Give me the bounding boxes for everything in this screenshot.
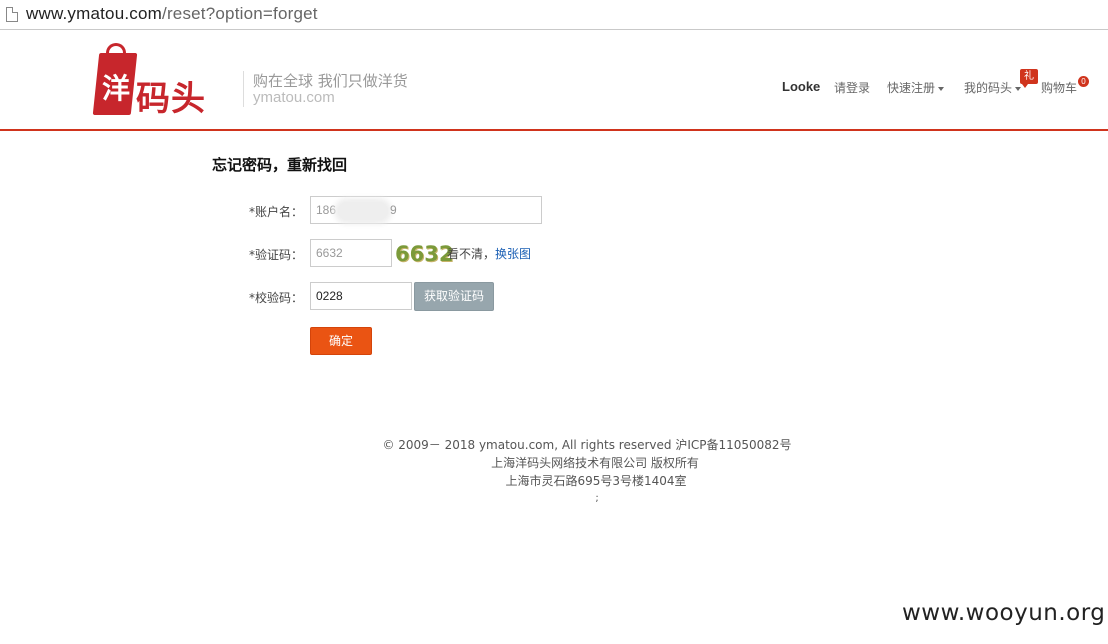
ymatou-logo[interactable]: 洋 码头 (92, 43, 236, 119)
footer-copyright: © 2009－ 2018 ymatou.com, All rights rese… (382, 438, 792, 452)
cart-count-badge: 0 (1078, 76, 1089, 87)
nav-register-label: 快速注册 (887, 81, 936, 95)
get-verification-code-button[interactable]: 获取验证码 (414, 282, 494, 311)
address-url[interactable]: www.ymatou.com/reset?option=forget (26, 4, 318, 24)
account-label: *账户名： (249, 205, 304, 219)
page-icon (6, 7, 18, 22)
footer-address: 上海市灵石路695号3号楼1404室 (505, 474, 687, 488)
address-bar[interactable]: www.ymatou.com/reset?option=forget (0, 0, 1108, 30)
captcha-label: *验证码： (249, 248, 304, 262)
nav-mine-label: 我的码头 (964, 81, 1013, 95)
slogan: 购在全球 我们只做洋货 (253, 72, 408, 90)
logo-bag-char: 洋 (102, 72, 131, 105)
captcha-input[interactable]: 6632 (310, 239, 392, 267)
chevron-down-icon (938, 86, 945, 91)
account-suffix: 9 (390, 203, 397, 217)
captcha-unclear-text: 看不清， (447, 247, 496, 261)
site-header: 洋 码头 购在全球 我们只做洋货 ymatou.com Looke 请登录 快速… (0, 31, 1108, 131)
nav-username[interactable]: Looke (782, 79, 820, 94)
nav-login-link[interactable]: 请登录 (834, 79, 870, 96)
verify-label: *校验码： (249, 291, 304, 305)
confirm-button[interactable]: 确定 (310, 327, 372, 355)
page-title: 忘记密码，重新找回 (212, 156, 348, 174)
footer-company: 上海洋码头网络技术有限公司 版权所有 (491, 456, 699, 470)
captcha-image[interactable]: 6632 (395, 241, 453, 267)
logo-text: 码头 (136, 79, 206, 119)
account-prefix: 186 (316, 203, 337, 217)
chevron-down-icon (1015, 86, 1022, 91)
verify-code-input[interactable]: 0228 (310, 282, 412, 310)
nav-cart-link[interactable]: 购物车 (1041, 79, 1077, 96)
gift-badge[interactable]: 礼 (1020, 69, 1038, 88)
watermark: www.wooyun.org (902, 600, 1106, 626)
url-host: www.ymatou.com (26, 4, 163, 23)
domain-text: ymatou.com (253, 89, 335, 106)
nav-register-menu[interactable]: 快速注册 (887, 79, 945, 96)
nav-my-ymatou-menu[interactable]: 我的码头 (964, 79, 1022, 96)
footer-extra: ; (595, 493, 599, 504)
blur-mask (338, 201, 389, 220)
url-path: /reset?option=forget (162, 4, 318, 23)
site-footer: © 2009－ 2018 ymatou.com, All rights rese… (0, 436, 1108, 508)
logo-divider (243, 71, 244, 107)
account-input[interactable]: 186 9 (310, 196, 542, 224)
change-captcha-link[interactable]: 换张图 (495, 245, 531, 262)
